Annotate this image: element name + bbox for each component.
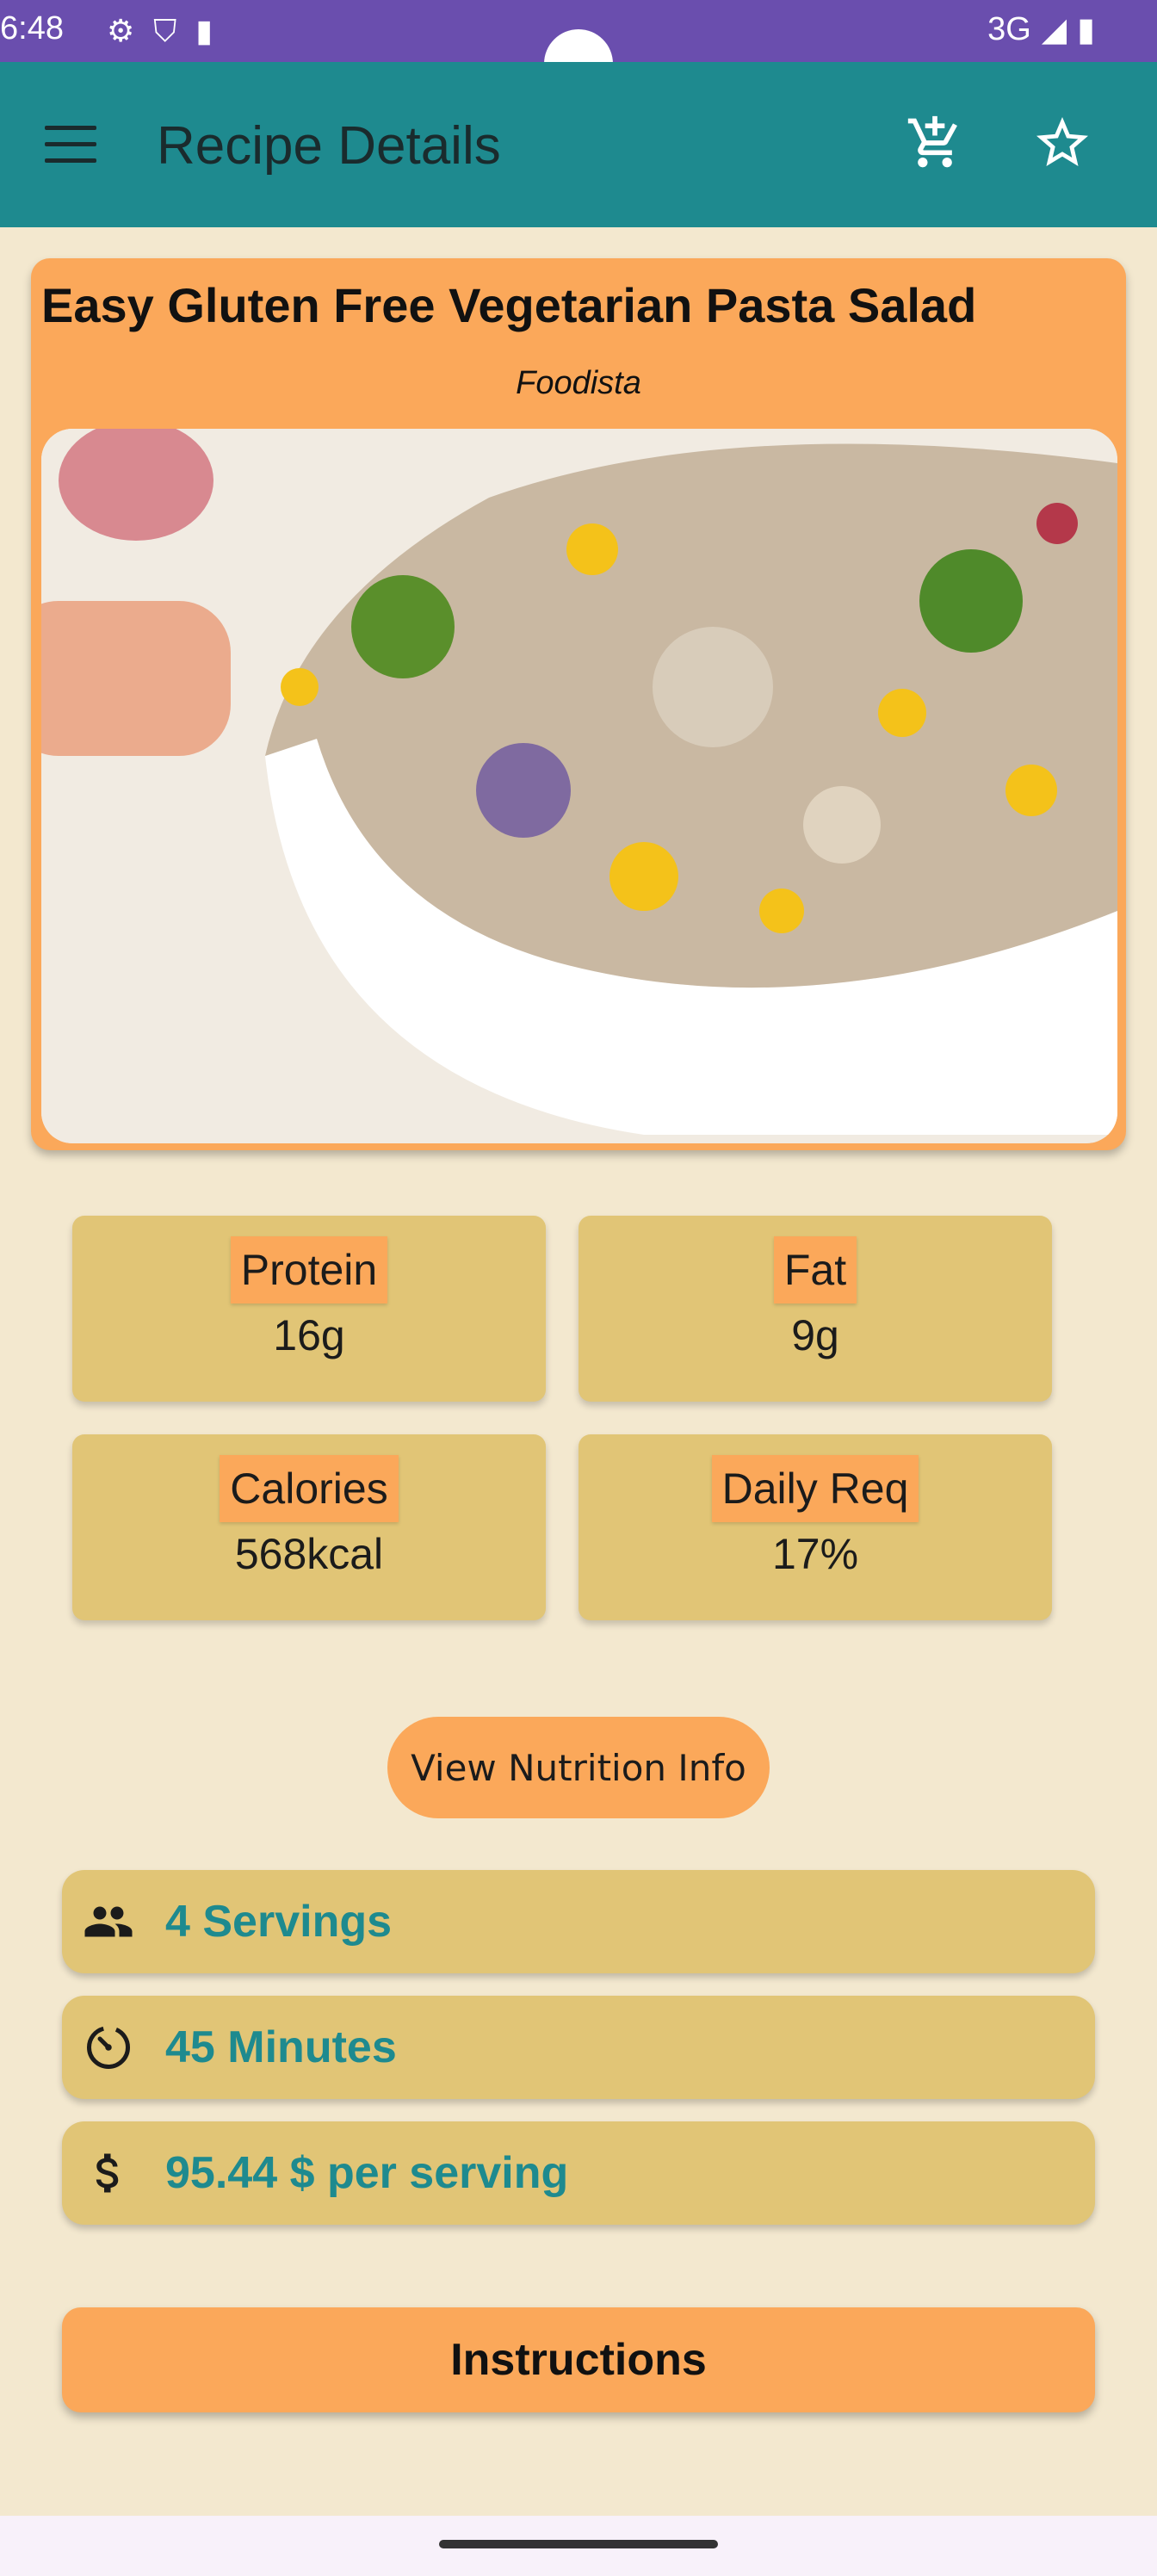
view-nutrition-button[interactable]: View Nutrition Info [387,1717,770,1818]
status-time: 6:48 [0,10,64,46]
menu-icon[interactable] [45,126,96,164]
stat-label: Calories [220,1455,399,1522]
price-row: 95.44 $ per serving [62,2121,1095,2225]
pasta-salad-photo [41,429,1117,1143]
people-icon [84,1906,133,1937]
page-title: Recipe Details [157,116,501,176]
stat-value: 17% [771,1530,859,1578]
recipe-image [41,429,1117,1143]
cart-add-icon[interactable] [906,114,964,172]
stat-label: Daily Req [711,1455,919,1522]
network-type: 3G [987,11,1031,47]
signal-icon: ◢ [1041,12,1067,48]
stat-protein: Protein 16g [72,1216,546,1402]
recipe-card: Easy Gluten Free Vegetarian Pasta Salad … [31,258,1126,1150]
battery-icon: ▮ [1077,12,1095,48]
status-notification-icons: ⚙ ⛉ ▮ [107,12,213,50]
time-row: 45 Minutes [62,1996,1095,2099]
stat-daily-req: Daily Req 17% [578,1434,1052,1620]
stat-label: Protein [230,1236,388,1303]
stat-fat: Fat 9g [578,1216,1052,1402]
recipe-source: Foodista [516,365,641,401]
dollar-icon [96,2153,119,2193]
status-right: 3G ◢ ▮ [987,10,1095,49]
recipe-title: Easy Gluten Free Vegetarian Pasta Salad [41,278,977,332]
stat-calories: Calories 568kcal [72,1434,546,1620]
price-text: 95.44 $ per serving [165,2148,569,2198]
servings-text: 4 Servings [165,1897,393,1947]
settings-icon: ⚙ [107,13,135,48]
star-icon[interactable] [1031,112,1093,174]
stat-value: 9g [791,1311,839,1359]
stat-value: 16g [273,1311,345,1359]
instructions-button[interactable]: Instructions [62,2307,1095,2412]
timer-icon [87,2026,130,2069]
shield-icon: ⛉ [153,13,177,48]
home-gesture-handle[interactable] [439,2540,718,2548]
stat-label: Fat [773,1236,857,1303]
stat-value: 568kcal [234,1530,384,1578]
sd-card-icon: ▮ [195,13,213,48]
time-text: 45 Minutes [165,2022,397,2072]
servings-row: 4 Servings [62,1870,1095,1973]
